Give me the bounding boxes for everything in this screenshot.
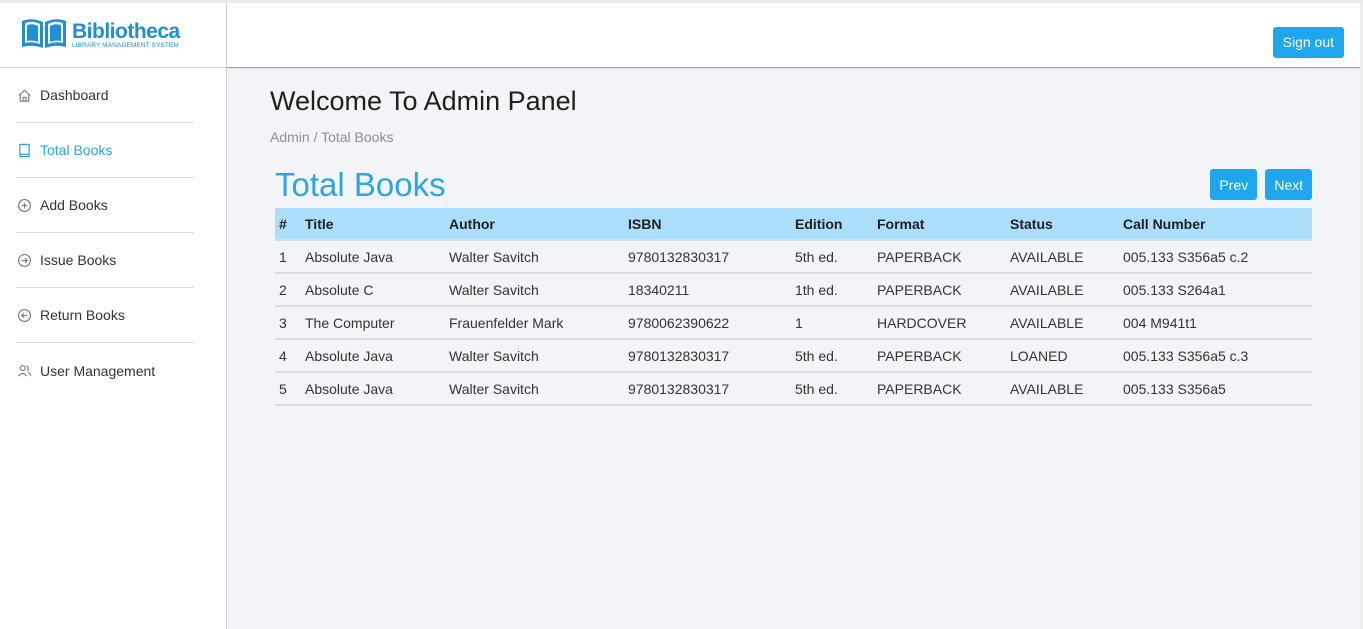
cell-number: 3 (275, 306, 301, 340)
cell-title: Absolute C (301, 273, 445, 307)
brand-tagline: LIBRARY MANAGEMENT SYSTEM (72, 41, 179, 49)
prev-button[interactable]: Prev (1210, 169, 1258, 200)
cell-status: AVAILABLE (1006, 273, 1119, 307)
cell-number: 5 (275, 372, 301, 406)
column-header-author[interactable]: Author (445, 208, 624, 240)
table-row[interactable]: 3 The Computer Frauenfelder Mark 9780062… (275, 306, 1312, 340)
brand-name: Bibliotheca (72, 19, 180, 43)
arrow-left-circle-icon (16, 307, 32, 323)
sidebar-item-add-books[interactable]: Add Books (16, 178, 194, 233)
cell-title: Absolute Java (301, 240, 445, 274)
main-content: Welcome To Admin Panel Admin / Total Boo… (270, 68, 1315, 406)
brand-logo[interactable]: Bibliotheca LIBRARY MANAGEMENT SYSTEM (0, 3, 226, 68)
cell-status: AVAILABLE (1006, 306, 1119, 340)
cell-format: HARDCOVER (873, 306, 1006, 340)
sidebar-item-issue-books[interactable]: Issue Books (16, 233, 194, 288)
users-icon (16, 363, 32, 379)
cell-title: The Computer (301, 306, 445, 340)
column-header-edition[interactable]: Edition (791, 208, 873, 240)
cell-status: AVAILABLE (1006, 372, 1119, 406)
sidebar-item-dashboard[interactable]: Dashboard (16, 68, 194, 123)
cell-author: Frauenfelder Mark (445, 306, 624, 340)
cell-author: Walter Savitch (445, 273, 624, 307)
cell-status: AVAILABLE (1006, 240, 1119, 274)
column-header-isbn[interactable]: ISBN (624, 208, 791, 240)
cell-edition: 5th ed. (791, 339, 873, 373)
column-header-format[interactable]: Format (873, 208, 1006, 240)
cell-call-number: 005.133 S264a1 (1119, 273, 1312, 307)
column-header-call-number[interactable]: Call Number (1119, 208, 1312, 240)
book-icon (16, 142, 32, 158)
cell-format: PAPERBACK (873, 240, 1006, 274)
sidebar-item-label: Return Books (40, 307, 125, 323)
top-header: Sign out (227, 3, 1360, 68)
table-row[interactable]: 4 Absolute Java Walter Savitch 978013283… (275, 339, 1312, 373)
section-header: Total Books Prev Next (270, 166, 1315, 206)
next-button[interactable]: Next (1265, 169, 1312, 200)
cell-edition: 1th ed. (791, 273, 873, 307)
sidebar-item-total-books[interactable]: Total Books (16, 123, 194, 178)
sidebar-item-label: User Management (40, 362, 156, 379)
cell-isbn: 9780062390622 (624, 306, 791, 340)
table-row[interactable]: 5 Absolute Java Walter Savitch 978013283… (275, 372, 1312, 406)
cell-format: PAPERBACK (873, 339, 1006, 373)
cell-number: 1 (275, 240, 301, 274)
cell-isbn: 9780132830317 (624, 372, 791, 406)
column-header-title[interactable]: Title (301, 208, 445, 240)
cell-author: Walter Savitch (445, 339, 624, 373)
arrow-right-circle-icon (16, 252, 32, 268)
page-title: Welcome To Admin Panel (270, 86, 577, 116)
cell-call-number: 005.133 S356a5 c.3 (1119, 339, 1312, 373)
cell-author: Walter Savitch (445, 372, 624, 406)
cell-call-number: 004 M941t1 (1119, 306, 1312, 340)
table-row[interactable]: 2 Absolute C Walter Savitch 18340211 1th… (275, 273, 1312, 307)
cell-author: Walter Savitch (445, 240, 624, 274)
sidebar-item-return-books[interactable]: Return Books (16, 288, 194, 343)
home-icon (16, 87, 32, 103)
cell-edition: 5th ed. (791, 240, 873, 274)
section-title: Total Books (275, 166, 446, 203)
cell-title: Absolute Java (301, 339, 445, 373)
sidebar-item-user-management[interactable]: User Management (16, 343, 194, 398)
table-row[interactable]: 1 Absolute Java Walter Savitch 978013283… (275, 240, 1312, 274)
cell-number: 2 (275, 273, 301, 307)
cell-edition: 1 (791, 306, 873, 340)
sign-out-button[interactable]: Sign out (1272, 27, 1344, 58)
cell-format: PAPERBACK (873, 273, 1006, 307)
cell-format: PAPERBACK (873, 372, 1006, 406)
books-table: # Title Author ISBN Edition Format Statu… (275, 208, 1312, 406)
cell-title: Absolute Java (301, 372, 445, 406)
column-header-status[interactable]: Status (1006, 208, 1119, 240)
table-header-row: # Title Author ISBN Edition Format Statu… (275, 208, 1312, 240)
sidebar: Bibliotheca LIBRARY MANAGEMENT SYSTEM Da… (0, 3, 227, 629)
cell-edition: 5th ed. (791, 372, 873, 406)
cell-status: LOANED (1006, 339, 1119, 373)
breadcrumb: Admin / Total Books (270, 129, 394, 145)
sidebar-item-label: Issue Books (40, 252, 117, 268)
cell-call-number: 005.133 S356a5 (1119, 372, 1312, 406)
sidebar-item-label: Dashboard (40, 87, 109, 103)
column-header-number[interactable]: # (275, 208, 301, 240)
cell-number: 4 (275, 339, 301, 373)
open-book-logo-icon (20, 15, 68, 56)
sidebar-nav: Dashboard Total Books Add Books Issue Bo… (0, 68, 210, 398)
plus-circle-icon (16, 197, 32, 213)
sidebar-item-label: Add Books (40, 197, 108, 213)
pagination: Prev Next (1210, 169, 1312, 200)
cell-isbn: 9780132830317 (624, 339, 791, 373)
cell-isbn: 9780132830317 (624, 240, 791, 274)
sidebar-item-label: Total Books (40, 142, 113, 158)
cell-isbn: 18340211 (624, 273, 791, 307)
cell-call-number: 005.133 S356a5 c.2 (1119, 240, 1312, 274)
